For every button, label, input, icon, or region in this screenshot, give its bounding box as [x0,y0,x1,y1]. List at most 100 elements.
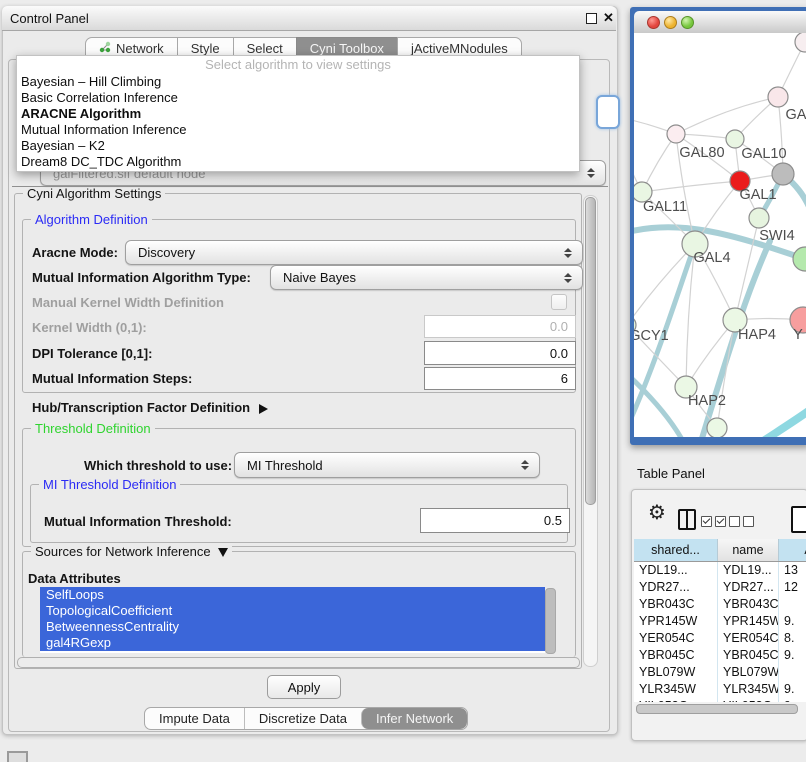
node-gal80[interactable] [667,125,685,143]
table-row[interactable]: YLR345WYLR345W9. [634,681,806,698]
node-gal-partial[interactable] [768,87,788,107]
manual-kernel-checkbox[interactable] [551,294,567,310]
network-edge[interactable] [642,181,740,192]
node-bottom-partial[interactable] [707,418,727,437]
algorithm-option[interactable]: Dream8 DC_TDC Algorithm [17,154,579,170]
close-traffic-light[interactable] [647,16,660,29]
desktop: Control Panel ✕ NetworkStyleSelectCyni T… [0,0,806,762]
table-row[interactable]: YDR27...YDR27...12 [634,579,806,596]
table-cell: YBL079W [718,664,779,681]
table-row[interactable]: YIL052CYIL052C9. [634,698,806,702]
export-table-icon[interactable] [791,506,806,533]
mi-steps-label: Mutual Information Steps: [32,371,192,386]
table-cell: YDL19... [634,562,718,579]
apply-button[interactable]: Apply [267,675,341,699]
network-edge[interactable] [676,97,778,134]
mi-type-label: Mutual Information Algorithm Type: [32,270,251,285]
mi-type-select[interactable]: Naive Bayes [270,265,583,290]
close-icon[interactable]: ✕ [603,10,614,26]
dpi-tolerance-field[interactable]: 0.0 [424,341,576,365]
kernel-width-value: 0.0 [550,319,568,334]
node-top-partial[interactable] [795,33,806,52]
data-attributes-label: Data Attributes [28,571,121,586]
kernel-width-field[interactable]: 0.0 [424,315,576,338]
column-header[interactable]: A [779,539,806,561]
checked-columns-icon[interactable] [701,516,726,527]
which-threshold-label: Which threshold to use: [84,458,232,473]
node-swi4[interactable] [749,208,769,228]
table-row[interactable]: YDL19...YDL19...13 [634,562,806,579]
node-table: shared...nameA YDL19...YDL19...13YDR27..… [634,539,806,702]
network-canvas[interactable]: GALGAL80GAL10GAL1GAL11SWI4GAL4GCY1HAP4YH… [634,33,806,437]
algorithm-option[interactable]: Mutual Information Inference [17,122,579,138]
float-window-icon[interactable] [586,13,597,24]
sources-title-label: Sources for Network Inference [35,544,211,559]
gear-icon[interactable]: ⚙ [648,500,666,524]
hub-definition-label: Hub/Transcription Factor Definition [32,400,250,415]
network-edge[interactable] [740,410,806,437]
hub-definition-toggle[interactable]: Hub/Transcription Factor Definition [32,400,268,415]
algorithm-option[interactable]: Bayesian – Hill Climbing [17,74,579,90]
node-big-green[interactable] [793,247,806,271]
mi-steps-field[interactable]: 6 [424,367,576,390]
tab-infer-network[interactable]: Infer Network [361,708,467,729]
column-layout-icon[interactable] [678,509,696,530]
node-gcy1-label: GCY1 [634,328,669,344]
mi-threshold-title: MI Threshold Definition [39,477,180,492]
tab-discretize-data[interactable]: Discretize Data [244,708,361,729]
table-cell [779,664,806,681]
column-header[interactable]: shared... [634,539,718,561]
combo-stepper-icon [521,460,529,470]
table-horizontal-scrollbar[interactable] [636,704,798,714]
network-titlebar [634,11,806,34]
table-row[interactable]: YBR043CYBR043C [634,596,806,613]
node-hap4-label: HAP4 [738,327,776,343]
expand-right-icon [259,404,268,414]
manual-kernel-label: Manual Kernel Width Definition [32,295,224,310]
table-cell: YBR043C [718,596,779,613]
table-header: shared...nameA [634,539,806,562]
settings-scrollbar-thumb[interactable] [585,197,596,505]
table-row[interactable]: YPR145WYPR145W9. [634,613,806,630]
table-cell: 12 [779,579,806,596]
mi-threshold-field[interactable]: 0.5 [420,508,570,533]
table-row[interactable]: YBR045CYBR045C9. [634,647,806,664]
table-cell: YDR27... [718,579,779,596]
table-cell: YPR145W [718,613,779,630]
algorithm-option[interactable]: Basic Correlation Inference [17,90,579,106]
combo-stepper-icon [564,273,572,283]
zoom-traffic-light[interactable] [681,16,694,29]
table-cell: YLR345W [718,681,779,698]
mi-type-value: Naive Bayes [283,270,356,285]
group-title: Cyni Algorithm Settings [23,186,165,201]
threshold-definition-title: Threshold Definition [31,421,155,436]
table-cell: YER054C [718,630,779,647]
aracne-mode-select[interactable]: Discovery [125,240,583,265]
which-threshold-select[interactable]: MI Threshold [234,452,540,478]
network-edge[interactable] [634,244,695,325]
collapsed-panel-icon[interactable] [7,751,28,762]
attribute-item[interactable]: gal4RGexp [40,635,545,651]
table-row[interactable]: YBL079WYBL079W [634,664,806,681]
settings-horizontal-scrollbar[interactable] [17,657,580,668]
focused-field-partial[interactable] [596,95,620,129]
which-threshold-value: MI Threshold [247,458,323,473]
window-title: Control Panel [10,11,89,26]
table-cell: 9. [779,613,806,630]
table-row[interactable]: YER054CYER054C8. [634,630,806,647]
tab-impute-data[interactable]: Impute Data [145,708,244,729]
sources-title[interactable]: Sources for Network Inference [31,544,232,559]
column-header[interactable]: name [718,539,779,561]
algorithm-option[interactable]: Bayesian – K2 [17,138,579,154]
algorithm-option[interactable]: ARACNE Algorithm [17,106,579,122]
attribute-item[interactable]: TopologicalCoefficient [40,603,545,619]
node-gray[interactable] [772,163,794,185]
table-cell: YPR145W [634,613,718,630]
minimize-traffic-light[interactable] [664,16,677,29]
unchecked-columns-icon[interactable] [729,516,754,527]
data-attributes-list: SelfLoopsTopologicalCoefficientBetweenne… [40,587,545,653]
algorithm-placeholder: Select algorithm to view settings [17,56,579,74]
attribute-item[interactable]: SelfLoops [40,587,545,603]
attribute-item[interactable]: BetweennessCentrality [40,619,545,635]
attributes-list-scrollbar[interactable] [545,588,556,654]
